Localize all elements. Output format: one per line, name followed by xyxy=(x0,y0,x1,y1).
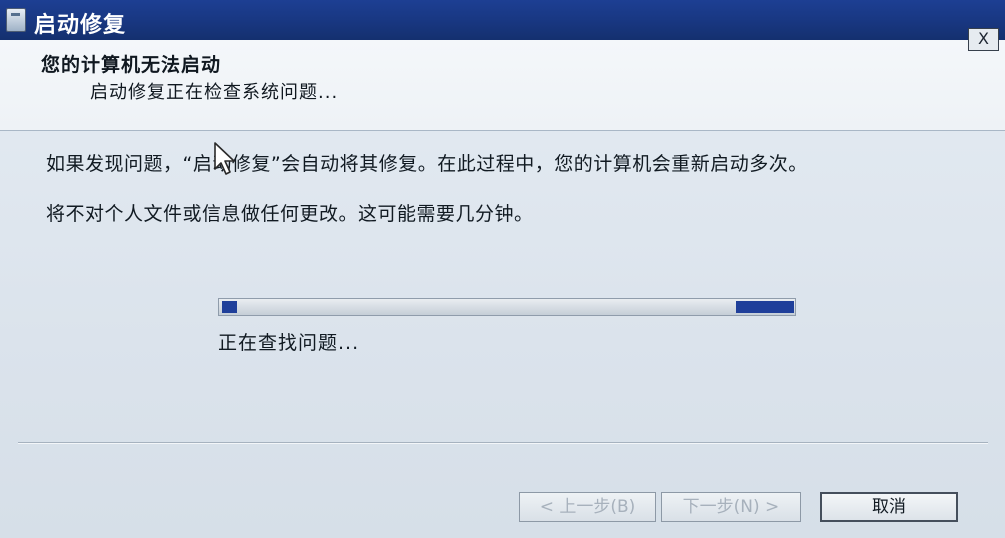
info-paragraph-1: 如果发现问题，“启动修复”会自动将其修复。在此过程中，您的计算机会重新启动多次。 xyxy=(46,153,808,175)
close-button[interactable]: X xyxy=(968,28,999,51)
next-button[interactable]: 下一步(N) > xyxy=(661,492,801,522)
window-title: 启动修复 xyxy=(34,13,127,38)
mouse-pointer-icon xyxy=(214,142,235,175)
startup-repair-dialog: X 您的计算机无法启动 启动修复正在检查系统问题... 如果发现问题，“启动修复… xyxy=(0,28,1005,538)
header-panel: X 您的计算机无法启动 启动修复正在检查系统问题... xyxy=(0,28,1005,131)
info-paragraph-2: 将不对个人文件或信息做任何更改。这可能需要几分钟。 xyxy=(46,203,534,225)
progress-chunk xyxy=(736,301,794,313)
title-bar[interactable]: 启动修复 xyxy=(0,0,1005,40)
divider xyxy=(18,442,988,444)
progress-status: 正在查找问题... xyxy=(218,332,360,354)
page-subheading: 启动修复正在检查系统问题... xyxy=(90,82,339,103)
progress-bar xyxy=(218,298,796,316)
progress-chunk xyxy=(222,301,237,313)
app-icon xyxy=(6,8,26,32)
back-button[interactable]: < 上一步(B) xyxy=(519,492,656,522)
cancel-button[interactable]: 取消 xyxy=(820,492,958,522)
page-heading: 您的计算机无法启动 xyxy=(41,54,222,76)
